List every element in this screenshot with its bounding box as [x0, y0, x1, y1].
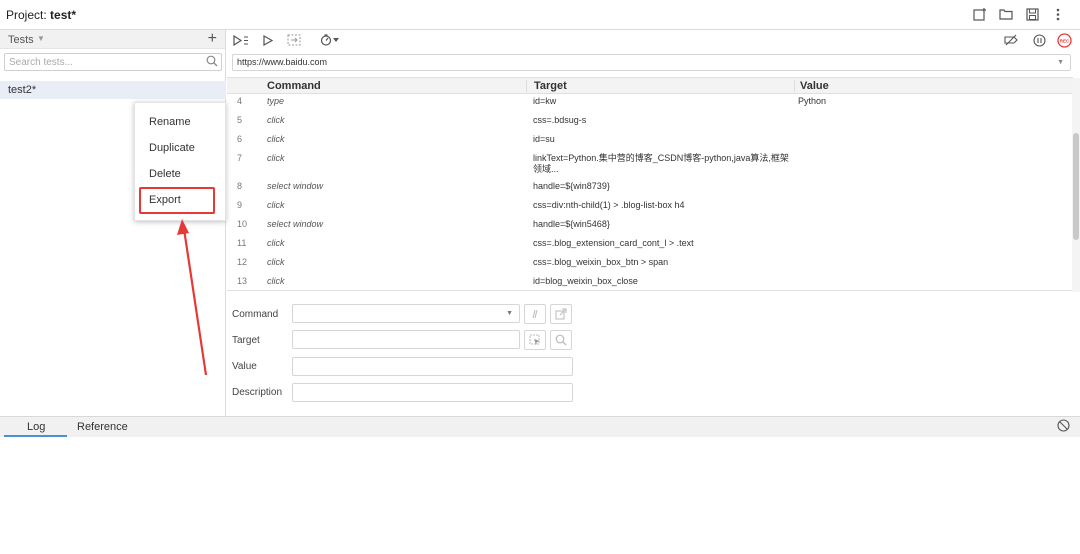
chevron-down-icon[interactable]: ▼ [1057, 55, 1064, 70]
open-reference-button[interactable] [550, 304, 572, 324]
bottom-panel: Log Reference [0, 416, 1080, 554]
command-select[interactable]: ▼ [292, 304, 520, 323]
project-label: Project: [6, 8, 47, 22]
command-editor: Command ▼ Target Value Description [227, 300, 1080, 416]
row-command: select window [267, 181, 324, 191]
tab-log[interactable]: Log [27, 421, 45, 433]
row-command: click [267, 257, 285, 267]
chevron-down-icon[interactable]: ▼ [37, 34, 45, 43]
base-url-field[interactable]: https://www.baidu.com ▼ [232, 54, 1071, 71]
row-target: handle=${win8739} [533, 181, 610, 191]
more-options-icon[interactable] [1050, 6, 1066, 22]
test-list-item[interactable]: test2* [0, 81, 226, 99]
row-number: 8 [237, 181, 243, 191]
run-current-test-icon[interactable] [260, 32, 276, 48]
open-project-icon[interactable] [998, 6, 1014, 22]
menu-item-duplicate[interactable]: Duplicate [149, 142, 195, 154]
row-target: id=su [533, 134, 555, 144]
chevron-down-icon[interactable]: ▼ [506, 310, 513, 317]
row-target: css=.blog_extension_card_cont_l > .text [533, 238, 694, 248]
row-target: id=kw [533, 96, 557, 106]
disable-breakpoints-icon[interactable] [1003, 32, 1019, 48]
menu-item-delete[interactable]: Delete [149, 168, 181, 180]
column-header-target[interactable]: Target [534, 80, 567, 92]
menu-item-rename[interactable]: Rename [149, 116, 191, 128]
row-target: linkText=Python.集中营的博客_CSDN博客-python,jav… [533, 153, 789, 174]
record-label: REC [1059, 38, 1069, 43]
row-command: click [267, 238, 285, 248]
column-header-command[interactable]: Command [267, 80, 321, 92]
row-number: 12 [237, 257, 248, 267]
row-command: type [267, 96, 285, 106]
row-target: handle=${win5468} [533, 219, 610, 229]
command-label: Command [232, 309, 279, 320]
target-label: Target [232, 335, 260, 346]
export-highlight-box [139, 187, 215, 214]
save-project-icon[interactable] [1024, 6, 1040, 22]
step-over-icon[interactable] [286, 32, 302, 48]
command-grid-header: Command Target Value [227, 77, 1073, 94]
tests-header: Tests ▼ + [0, 30, 225, 49]
description-input[interactable] [292, 383, 573, 402]
annotation-arrow-icon [177, 219, 208, 376]
new-project-icon[interactable] [972, 6, 988, 22]
row-command: select window [267, 219, 324, 229]
tests-dropdown[interactable]: Tests [8, 34, 34, 46]
clear-log-icon[interactable] [1057, 419, 1070, 435]
pause-icon[interactable] [1031, 32, 1047, 48]
row-number: 13 [237, 276, 248, 286]
search-icon [206, 55, 218, 70]
row-number: 10 [237, 219, 248, 229]
command-grid: 4 type id=kw Python 5 click css=.bdsug-s… [227, 94, 1073, 291]
row-number: 11 [237, 238, 247, 248]
row-command: click [267, 134, 285, 144]
project-title: Project: test* [6, 8, 76, 22]
row-target: css=div:nth-child(1) > .blog-list-box h4 [533, 200, 685, 210]
project-name[interactable]: test* [50, 8, 76, 22]
row-command: click [267, 276, 285, 286]
row-number: 5 [237, 115, 243, 125]
row-number: 4 [237, 96, 243, 106]
row-number: 9 [237, 200, 243, 210]
speed-icon[interactable] [319, 32, 341, 48]
row-command: click [267, 200, 285, 210]
grid-scrollbar-thumb[interactable] [1073, 133, 1079, 240]
base-url-value: https://www.baidu.com [237, 57, 328, 67]
run-all-tests-icon[interactable] [233, 32, 249, 48]
row-value: Python [798, 96, 827, 106]
row-command: click [267, 153, 285, 163]
find-target-button[interactable] [550, 330, 572, 350]
target-input[interactable] [292, 330, 520, 349]
record-icon[interactable]: REC [1056, 32, 1072, 48]
row-target: css=.blog_weixin_box_btn > span [533, 257, 669, 267]
playback-toolbar: REC [227, 30, 1080, 50]
tab-reference[interactable]: Reference [77, 421, 128, 433]
search-tests-box [4, 53, 222, 71]
header-bar: Project: test* [0, 0, 1080, 30]
column-divider[interactable] [794, 80, 795, 92]
main-editor-area: REC https://www.baidu.com ▼ Command Targ… [227, 30, 1080, 416]
value-label: Value [232, 361, 257, 372]
add-test-button[interactable]: + [208, 30, 217, 48]
row-number: 7 [237, 153, 243, 163]
row-number: 6 [237, 134, 243, 144]
column-header-value[interactable]: Value [800, 80, 829, 92]
row-target: css=.bdsug-s [533, 115, 587, 125]
search-input[interactable] [5, 54, 195, 71]
column-divider[interactable] [526, 80, 527, 92]
bottom-tabs: Log Reference [0, 417, 1080, 437]
value-input[interactable] [292, 357, 573, 376]
row-target: id=blog_weixin_box_close [533, 276, 638, 286]
description-label: Description [232, 387, 283, 398]
row-command: click [267, 115, 285, 125]
comment-command-button[interactable] [524, 304, 546, 324]
select-target-button[interactable] [524, 330, 546, 350]
active-tab-indicator [4, 435, 67, 437]
